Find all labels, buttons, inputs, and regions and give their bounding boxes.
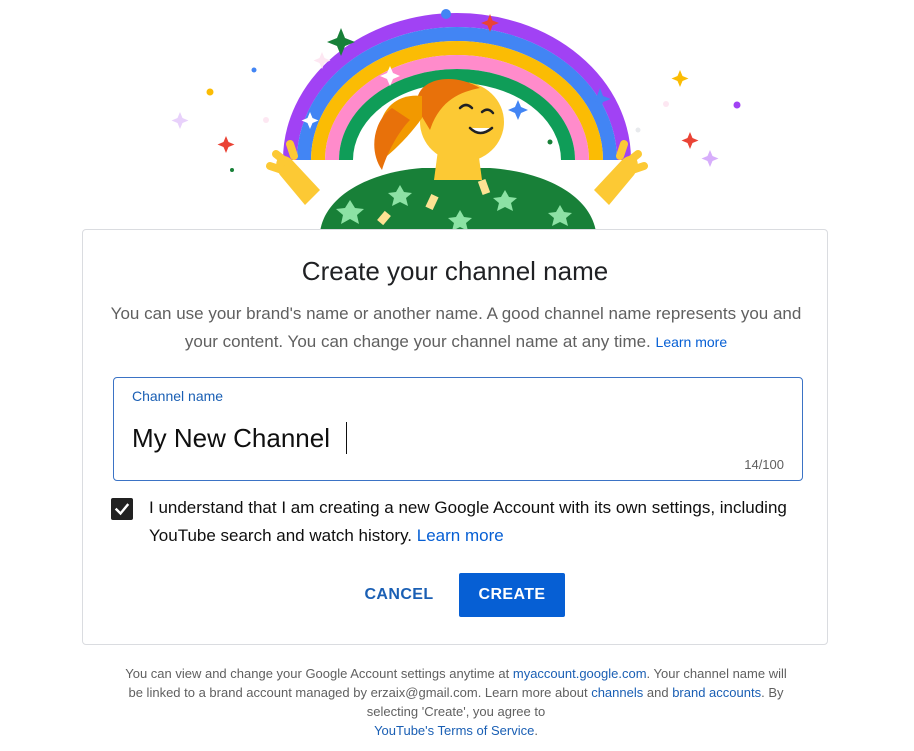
footer-text-3: and [646, 685, 669, 700]
text-cursor [346, 422, 347, 454]
consent-text: I understand that I am creating a new Go… [149, 494, 789, 550]
create-channel-page: Create your channel name You can use you… [0, 0, 914, 751]
terms-of-service-link[interactable]: YouTube's Terms of Service [374, 723, 534, 738]
create-channel-dialog: Create your channel name You can use you… [82, 229, 828, 645]
create-button[interactable]: CREATE [459, 573, 565, 617]
brand-accounts-link[interactable]: brand accounts [672, 685, 761, 700]
consent-learn-more-link[interactable]: Learn more [417, 526, 504, 545]
footer-disclaimer: You can view and change your Google Acco… [120, 664, 792, 740]
consent-checkbox[interactable] [111, 498, 133, 520]
footer-text-1: You can view and change your Google Acco… [125, 666, 510, 681]
channel-name-label: Channel name [132, 388, 224, 404]
character-counter: 14/100 [744, 457, 784, 472]
subtitle-learn-more-link[interactable]: Learn more [656, 334, 728, 350]
dialog-subtitle: You can use your brand's name or another… [107, 300, 805, 356]
myaccount-link[interactable]: myaccount.google.com [513, 666, 647, 681]
channel-name-field[interactable]: Channel name 14/100 [113, 377, 803, 481]
cancel-button[interactable]: CANCEL [351, 573, 447, 617]
checkmark-icon [114, 503, 130, 516]
channel-name-input[interactable] [132, 418, 732, 458]
dialog-title: Create your channel name [301, 256, 609, 286]
channels-link[interactable]: channels [591, 685, 643, 700]
footer-text-5: . [534, 723, 538, 738]
rainbow-celebration-illustration [171, 9, 741, 232]
